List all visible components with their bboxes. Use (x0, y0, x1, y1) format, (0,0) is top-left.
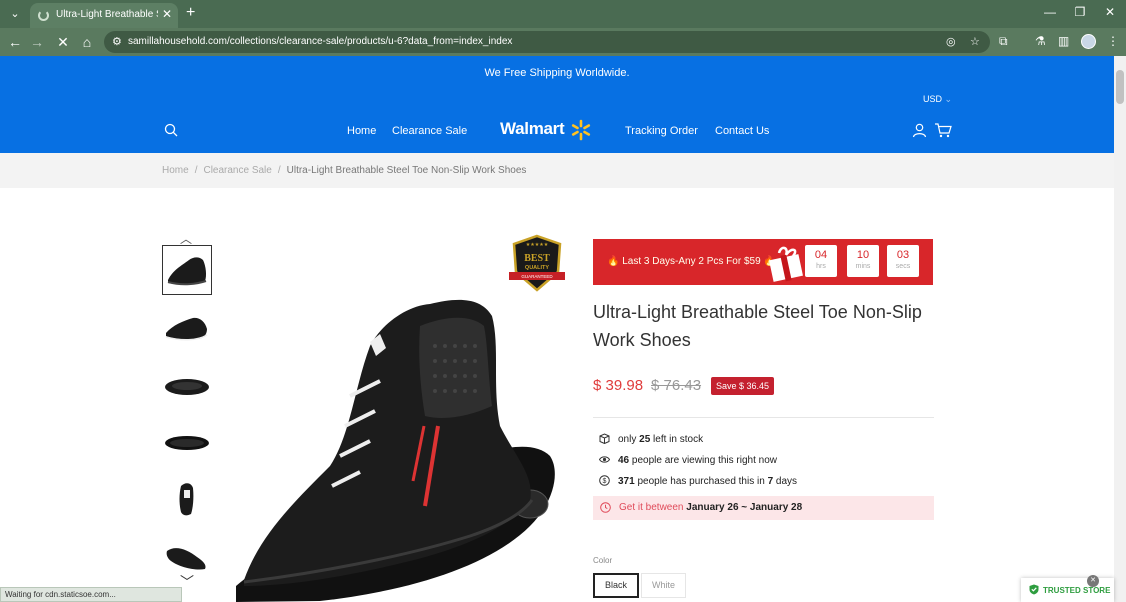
delivery-estimate: Get it between January 26 ~ January 28 (593, 496, 934, 520)
bookmark-star-icon[interactable]: ☆ (970, 35, 980, 48)
svg-text:★★★★★: ★★★★★ (526, 242, 549, 248)
stock-info: only 25 left in stock (599, 433, 703, 445)
timer-hours: 04 hrs (805, 245, 837, 277)
browser-status-bar: Waiting for cdn.staticsoe.com... (0, 587, 182, 602)
walmart-logo[interactable]: Walmart (500, 119, 565, 139)
thumbnail-5[interactable] (162, 473, 212, 523)
extensions-icon[interactable]: ⧉ (999, 34, 1008, 49)
home-icon[interactable]: ⌂ (78, 33, 96, 51)
tracking-protection-icon[interactable]: ◎ (946, 35, 956, 48)
nav-clearance-sale[interactable]: Clearance Sale (392, 125, 467, 137)
breadcrumb-separator: / (277, 165, 281, 176)
currency-selector[interactable]: USD ⌄ (923, 94, 952, 105)
minimize-icon[interactable]: — (1040, 5, 1060, 19)
scroll-thumb[interactable] (1116, 70, 1124, 104)
main-product-image[interactable] (230, 286, 570, 602)
purchases-info: $371 people has purchased this in 7 days (599, 475, 797, 487)
trusted-badge-close-icon[interactable]: ✕ (1087, 575, 1099, 587)
stop-loading-icon[interactable]: ✕ (54, 33, 72, 51)
color-swatch-black[interactable]: Black (593, 573, 640, 598)
eye-icon (598, 456, 611, 463)
site-header: We Free Shipping Worldwide. USD ⌄ Home C… (0, 56, 1114, 153)
browser-toolbar: ← → ✕ ⌂ ⚙ samillahousehold.com/collectio… (0, 28, 1126, 56)
trusted-store-badge[interactable]: TRUSTED STORE (1021, 578, 1114, 602)
thumbnails-down-chevron-icon[interactable]: ﹀ (180, 572, 194, 592)
promo-countdown-banner: 🔥 Last 3 Days-Any 2 Pcs For $59 🔥 04 hrs… (593, 239, 933, 285)
menu-kebab-icon[interactable]: ⋮ (1107, 34, 1119, 48)
dollar-icon: $ (599, 475, 610, 486)
thumbnail-1[interactable] (162, 245, 212, 295)
back-icon[interactable]: ← (6, 33, 24, 51)
sale-price: $ 39.98 (593, 377, 644, 394)
compare-at-price: $ 76.43 (651, 377, 702, 394)
shipping-banner: We Free Shipping Worldwide. (484, 67, 630, 79)
clock-icon (600, 502, 611, 513)
color-option-label: Color (593, 556, 613, 565)
product-title: Ultra-Light Breathable Steel Toe Non-Sli… (593, 302, 922, 350)
timer-minutes: 10 mins (847, 245, 879, 277)
tab-close-icon[interactable]: ✕ (162, 7, 172, 21)
account-icon[interactable] (912, 123, 927, 138)
breadcrumb-clearance[interactable]: Clearance Sale (203, 165, 271, 176)
shield-check-icon (1029, 584, 1039, 595)
site-info-icon[interactable]: ⚙ (112, 35, 122, 48)
color-swatch-white[interactable]: White (641, 573, 687, 598)
thumbnail-4[interactable] (162, 416, 212, 466)
breadcrumb-separator: / (194, 165, 198, 176)
url-text: samillahousehold.com/collections/clearan… (128, 36, 513, 47)
new-tab-icon[interactable]: + (186, 4, 195, 22)
side-panel-icon[interactable]: ▥ (1058, 34, 1069, 48)
thumbnail-2[interactable] (162, 302, 212, 352)
tab-title: Ultra-Light Breathable Steel To (56, 9, 158, 20)
nav-contact-us[interactable]: Contact Us (715, 125, 769, 137)
address-bar[interactable]: ⚙ samillahousehold.com/collections/clear… (104, 31, 990, 53)
thumbnail-3[interactable] (162, 359, 212, 409)
badge-line3: GUARANTEED (521, 274, 553, 279)
breadcrumb-home[interactable]: Home (162, 165, 189, 176)
svg-text:$: $ (603, 478, 607, 485)
search-icon[interactable] (164, 123, 178, 137)
window-close-icon[interactable]: ✕ (1100, 5, 1120, 19)
best-quality-badge: ★★★★★ BEST QUALITY GUARANTEED (509, 234, 565, 292)
profile-avatar[interactable] (1081, 34, 1096, 49)
cart-icon[interactable] (934, 123, 952, 138)
breadcrumb: Home / Clearance Sale / Ultra-Light Breathab… (162, 165, 526, 176)
promo-text: 🔥 Last 3 Days-Any 2 Pcs For $59 🔥 (607, 256, 776, 267)
nav-home[interactable]: Home (347, 125, 376, 137)
badge-line2: QUALITY (525, 265, 549, 271)
walmart-spark-icon (571, 119, 591, 141)
divider (593, 417, 934, 418)
breadcrumb-bar: Home / Clearance Sale / Ultra-Light Breathab… (0, 153, 1114, 188)
web-page: We Free Shipping Worldwide. USD ⌄ Home C… (0, 56, 1114, 602)
maximize-icon[interactable]: ❐ (1070, 5, 1090, 19)
browser-tabstrip: ⌄ Ultra-Light Breathable Steel To ✕ + — … (0, 0, 1126, 28)
loading-spinner-icon (38, 10, 49, 21)
box-icon (599, 433, 610, 445)
browser-tab[interactable]: Ultra-Light Breathable Steel To ✕ (30, 3, 178, 28)
viewers-info: 46 people are viewing this right now (598, 454, 777, 466)
breadcrumb-current: Ultra-Light Breathable Steel Toe Non-Sli… (286, 165, 527, 176)
forward-icon[interactable]: → (28, 33, 46, 51)
save-badge: Save $ 36.45 (711, 377, 775, 395)
timer-seconds: 03 secs (887, 245, 919, 277)
page-scrollbar[interactable] (1114, 56, 1126, 602)
nav-tracking-order[interactable]: Tracking Order (625, 125, 698, 137)
labs-icon[interactable]: ⚗ (1035, 34, 1046, 48)
badge-line1: BEST (524, 253, 550, 264)
tab-search-icon[interactable]: ⌄ (6, 5, 24, 23)
